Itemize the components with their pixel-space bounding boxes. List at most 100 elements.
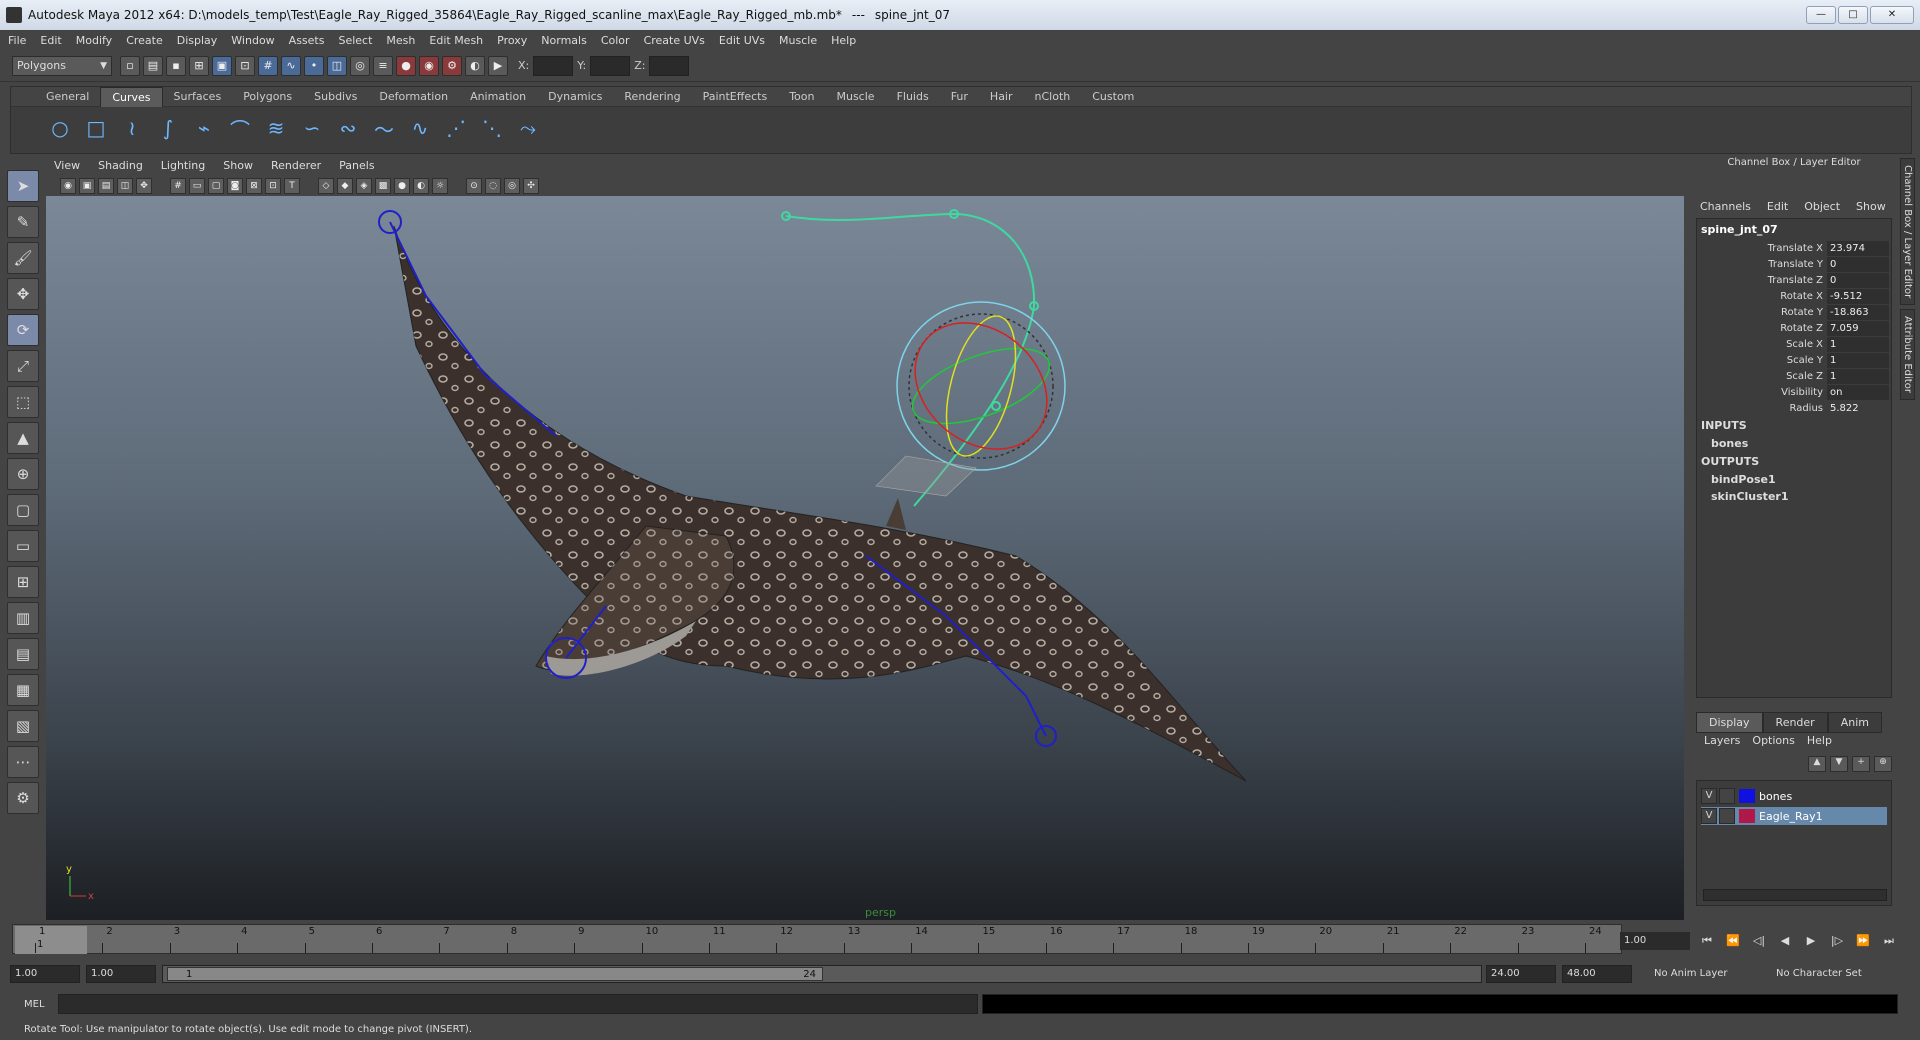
render-icon[interactable]: ●: [396, 55, 416, 76]
menu-modify[interactable]: Modify: [76, 34, 112, 47]
tool-settings-icon[interactable]: ⚙: [7, 782, 39, 814]
viewport-menu-show[interactable]: Show: [223, 159, 253, 172]
graph-editor-layout-icon[interactable]: ▤: [7, 638, 39, 670]
character-set-dropdown[interactable]: No Character Set: [1776, 968, 1862, 979]
step-back-frame-icon[interactable]: ◁|: [1748, 932, 1770, 950]
channel-label[interactable]: Visibility: [1697, 387, 1827, 398]
channel-value-field[interactable]: 0: [1827, 272, 1889, 288]
channel-value-field[interactable]: -18.863: [1827, 304, 1889, 320]
paint-select-icon[interactable]: 🖌: [7, 242, 39, 274]
render-settings-icon[interactable]: ⚙: [442, 55, 462, 76]
shelf-tab-fluids[interactable]: Fluids: [886, 87, 940, 107]
make-live-icon[interactable]: ◎: [350, 55, 370, 76]
gate-mask-icon[interactable]: ◙: [227, 178, 243, 194]
history-icon[interactable]: ≡: [373, 55, 393, 76]
play-forwards-icon[interactable]: ▶: [1800, 932, 1822, 950]
new-layer-from-selection-icon[interactable]: ⊕: [1874, 756, 1892, 772]
input-node-bones[interactable]: bones: [1697, 435, 1891, 452]
output-node-bindpose1[interactable]: bindPose1: [1697, 471, 1891, 488]
layer-tab-anim[interactable]: Anim: [1827, 712, 1882, 733]
shelf-tab-ncloth[interactable]: nCloth: [1024, 87, 1082, 107]
channel-label[interactable]: Rotate Y: [1697, 307, 1827, 318]
cut-curve-icon[interactable]: ⋱: [477, 113, 507, 143]
smooth-shade-icon[interactable]: ◆: [337, 178, 353, 194]
minimize-button[interactable]: —: [1806, 6, 1836, 24]
playback-end-field[interactable]: 24.00: [1486, 965, 1556, 983]
layer-row[interactable]: Vbones: [1701, 787, 1887, 805]
move-layer-up-icon[interactable]: ▲: [1808, 756, 1826, 772]
menu-set-dropdown[interactable]: Polygons ▼: [12, 55, 112, 76]
move-tool-icon[interactable]: ✥: [7, 278, 39, 310]
pencil-curve-icon[interactable]: ⌁: [189, 113, 219, 143]
layer-color-swatch[interactable]: [1739, 789, 1755, 803]
select-tool-icon[interactable]: ➤: [7, 170, 39, 202]
y-field[interactable]: [590, 55, 631, 76]
viewport-menu-renderer[interactable]: Renderer: [271, 159, 321, 172]
shelf-tab-toon[interactable]: Toon: [778, 87, 825, 107]
channel-value-field[interactable]: 0: [1827, 256, 1889, 272]
extend-curve-icon[interactable]: ⋰: [441, 113, 471, 143]
menu-proxy[interactable]: Proxy: [497, 34, 527, 47]
channel-value-field[interactable]: 1: [1827, 352, 1889, 368]
xray-active-icon[interactable]: ◎: [504, 178, 520, 194]
new-scene-icon[interactable]: ▫: [120, 55, 140, 76]
select-camera-icon[interactable]: ◉: [60, 178, 76, 194]
step-forward-key-icon[interactable]: ⏩: [1852, 932, 1874, 950]
rebuild-curve-icon[interactable]: ∽: [297, 113, 327, 143]
layer-tab-render[interactable]: Render: [1762, 712, 1828, 733]
detach-curve-icon[interactable]: 〜: [369, 113, 399, 143]
step-back-key-icon[interactable]: ⏪: [1722, 932, 1744, 950]
channel-value-field[interactable]: 5.822: [1827, 401, 1889, 416]
layer-menu-help[interactable]: Help: [1807, 734, 1832, 747]
channel-label[interactable]: Rotate Z: [1697, 323, 1827, 334]
menu-edit-uvs[interactable]: Edit UVs: [719, 34, 765, 47]
high-quality-icon[interactable]: ☼: [432, 178, 448, 194]
shelf-tab-fur[interactable]: Fur: [940, 87, 979, 107]
resolution-gate-icon[interactable]: ▢: [208, 178, 224, 194]
menu-display[interactable]: Display: [177, 34, 218, 47]
hypergraph-layout-icon[interactable]: ▦: [7, 674, 39, 706]
side-tab-channel-box-layer-editor[interactable]: Channel Box / Layer Editor: [1900, 158, 1915, 306]
z-field[interactable]: [649, 55, 690, 76]
safe-title-icon[interactable]: T: [284, 178, 300, 194]
layer-display-type-toggle[interactable]: [1719, 788, 1735, 804]
close-button[interactable]: ✕: [1870, 6, 1914, 24]
layout-more-icon[interactable]: ⋯: [7, 746, 39, 778]
layer-visibility-toggle[interactable]: V: [1701, 808, 1717, 824]
uv-layout-icon[interactable]: ▧: [7, 710, 39, 742]
viewport-menu-view[interactable]: View: [54, 159, 80, 172]
select-component-icon[interactable]: ⊡: [235, 55, 255, 76]
nurbs-square-icon[interactable]: □: [81, 113, 111, 143]
insert-knot-icon[interactable]: ∿: [405, 113, 435, 143]
layer-tab-display[interactable]: Display: [1696, 712, 1763, 733]
perspective-viewport[interactable]: persp y x: [46, 196, 1684, 920]
channel-value-field[interactable]: 1: [1827, 368, 1889, 384]
rotate-tool-icon[interactable]: ⟳: [7, 314, 39, 346]
ep-curve-icon[interactable]: ∫: [153, 113, 183, 143]
ipr-render-icon[interactable]: ◉: [419, 55, 439, 76]
single-pane-layout-icon[interactable]: ▭: [7, 530, 39, 562]
channel-label[interactable]: Translate X: [1697, 243, 1827, 254]
menu-create[interactable]: Create: [126, 34, 163, 47]
range-knob[interactable]: 1 24: [167, 967, 823, 981]
isolate-select-icon[interactable]: ⊙: [466, 178, 482, 194]
move-layer-down-icon[interactable]: ▼: [1830, 756, 1848, 772]
nurbs-circle-icon[interactable]: ○: [45, 113, 75, 143]
eagle-ray-mesh[interactable]: [393, 225, 1247, 782]
channel-value-field[interactable]: -9.512: [1827, 288, 1889, 304]
x-field[interactable]: [533, 55, 574, 76]
layer-menu-layers[interactable]: Layers: [1704, 734, 1740, 747]
shelf-tab-polygons[interactable]: Polygons: [232, 87, 303, 107]
attach-curve-icon[interactable]: ∾: [333, 113, 363, 143]
wireframe-icon[interactable]: ◇: [318, 178, 334, 194]
shadows-icon[interactable]: ◐: [413, 178, 429, 194]
last-tool-icon[interactable]: ▢: [7, 494, 39, 526]
viewport-menu-panels[interactable]: Panels: [339, 159, 374, 172]
fillet-curve-icon[interactable]: ⤳: [513, 113, 543, 143]
go-to-end-icon[interactable]: ⏭: [1878, 932, 1900, 950]
shelf-tab-curves[interactable]: Curves: [100, 87, 163, 107]
shelf-tab-general[interactable]: General: [35, 87, 100, 107]
command-input[interactable]: [58, 994, 978, 1014]
menu-mesh[interactable]: Mesh: [386, 34, 415, 47]
shelf-tab-painteffects[interactable]: PaintEffects: [692, 87, 779, 107]
